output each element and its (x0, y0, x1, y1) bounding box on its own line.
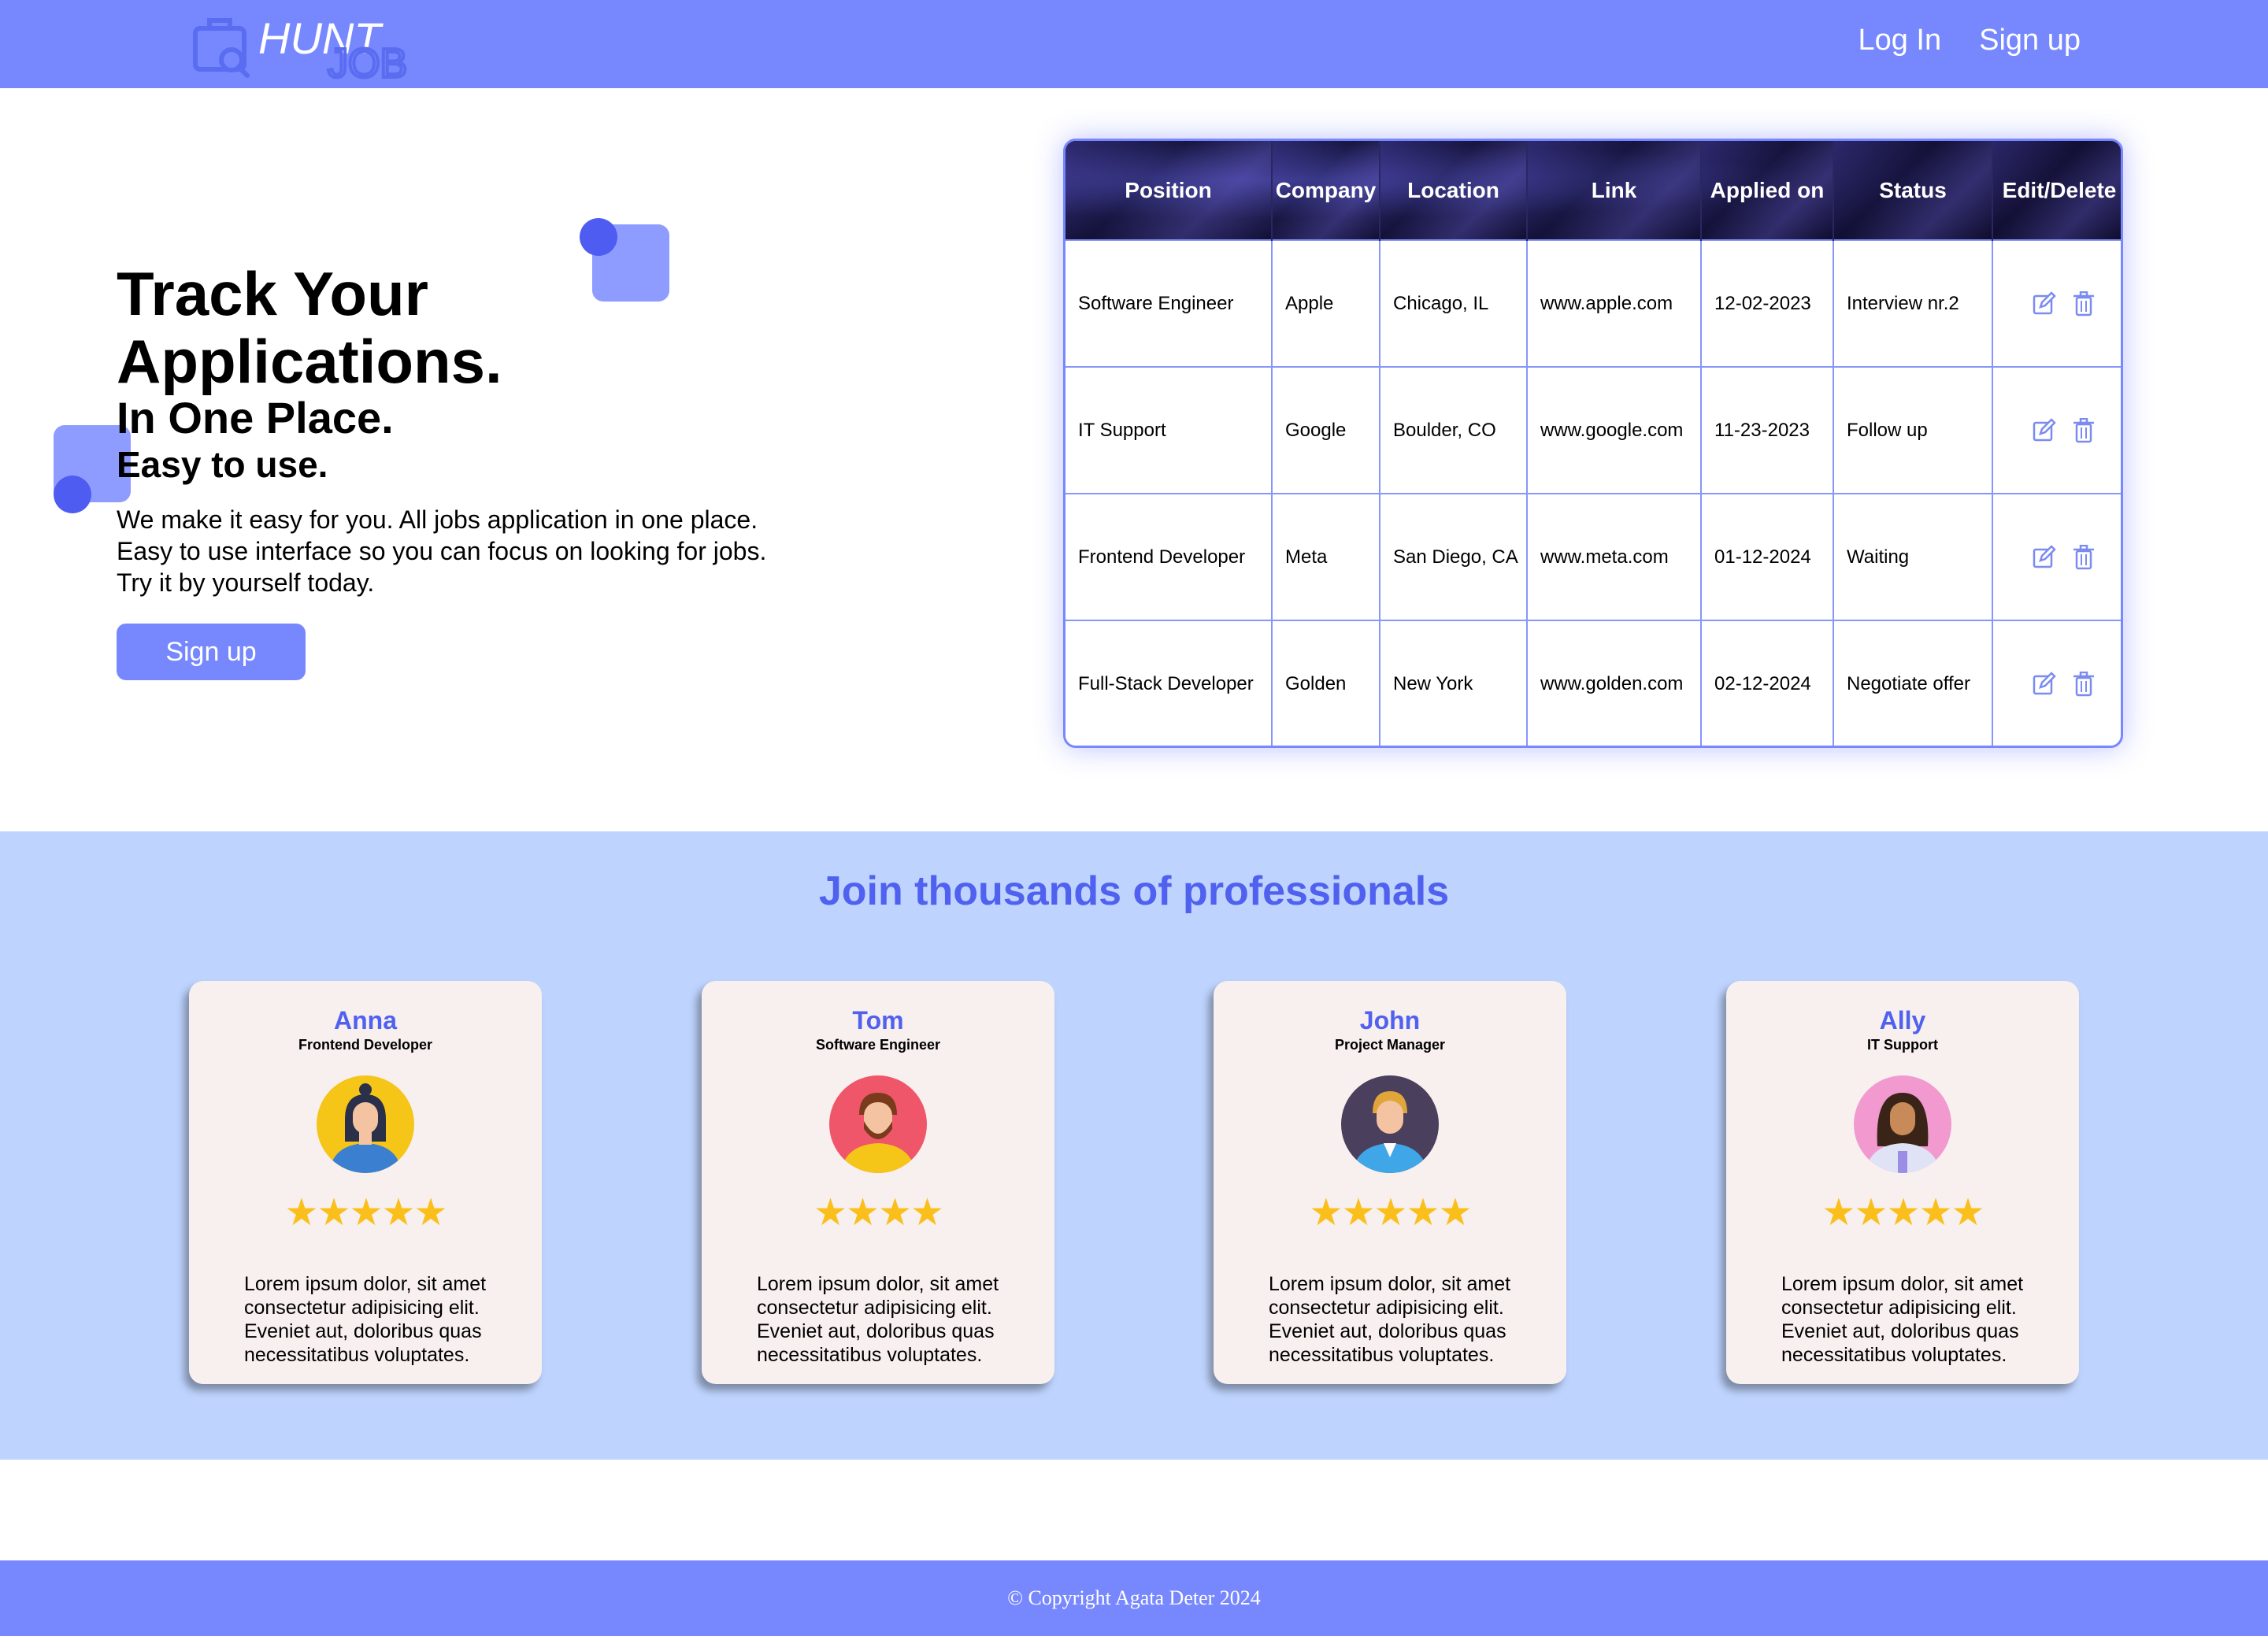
cell-company: Apple (1272, 239, 1380, 367)
table-row[interactable]: Frontend Developer Meta San Diego, CA ww… (1065, 493, 2121, 620)
footer: © Copyright Agata Deter 2024 (0, 1560, 2268, 1636)
cell-actions (1992, 493, 2121, 620)
woman-avatar-icon (317, 1075, 414, 1173)
cell-location: Boulder, CO (1380, 366, 1528, 494)
trash-icon[interactable] (2072, 417, 2096, 443)
testimonial-card: Anna Frontend Developer ★★★★★ Lorem ipsu… (189, 981, 542, 1384)
cell-position: Software Engineer (1065, 239, 1273, 367)
cell-actions (1992, 239, 2121, 367)
cell-actions (1992, 366, 2121, 494)
table-row[interactable]: Full-Stack Developer Golden New York www… (1065, 620, 2121, 746)
reviewer-name: Anna (334, 1006, 397, 1035)
rating-stars: ★★★★ (813, 1192, 944, 1234)
reviewer-role: Project Manager (1334, 1037, 1446, 1053)
testimonial-text: Lorem ipsum dolor, sit amet consectetur … (1269, 1273, 1511, 1366)
cell-actions (1992, 620, 2121, 746)
cell-company: Google (1272, 366, 1380, 494)
table-row[interactable]: Software Engineer Apple Chicago, IL www.… (1065, 239, 2121, 367)
trash-icon[interactable] (2072, 291, 2096, 316)
svg-text:JOB: JOB (328, 41, 407, 80)
testimonial-text: Lorem ipsum dolor, sit amet consectetur … (1781, 1273, 2024, 1366)
cell-company: Golden (1272, 620, 1380, 746)
login-link[interactable]: Log In (1858, 24, 1941, 57)
testimonial-card: John Project Manager ★★★★★ Lorem ipsum d… (1214, 981, 1566, 1384)
reviewer-name: Tom (852, 1006, 904, 1035)
edit-icon[interactable] (2033, 544, 2056, 570)
trash-icon[interactable] (2072, 544, 2096, 570)
cell-applied-on: 02-12-2024 (1701, 620, 1834, 746)
edit-icon[interactable] (2033, 417, 2056, 443)
man-avatar-icon (1341, 1075, 1439, 1173)
table-row[interactable]: IT Support Google Boulder, CO www.google… (1065, 366, 2121, 494)
rating-stars: ★★★★★ (1309, 1192, 1472, 1234)
column-header[interactable]: Location (1380, 141, 1528, 240)
avatar (829, 1075, 927, 1173)
man-beard-avatar-icon (829, 1075, 927, 1173)
reviewer-name: John (1359, 1006, 1421, 1035)
trash-icon[interactable] (2072, 672, 2096, 697)
testimonial-card: Ally IT Support ★★★★★ Lorem ipsum dolor,… (1726, 981, 2079, 1384)
hero-title: Track Your Applications. (117, 259, 502, 396)
cell-status: Interview nr.2 (1833, 239, 1993, 367)
decorative-circle (54, 476, 91, 513)
table-header-row: Position Company Location Link Applied o… (1065, 141, 2121, 240)
reviewer-role: Software Engineer (815, 1037, 941, 1053)
cell-status: Follow up (1833, 366, 1993, 494)
cell-position: IT Support (1065, 366, 1273, 494)
cell-status: Negotiate offer (1833, 620, 1993, 746)
hero-tagline: Easy to use. (117, 444, 328, 485)
cell-status: Waiting (1833, 493, 1993, 620)
cell-location: Chicago, IL (1380, 239, 1528, 367)
applications-table: Position Company Location Link Applied o… (1063, 139, 2123, 748)
avatar (1341, 1075, 1439, 1173)
edit-icon[interactable] (2033, 291, 2056, 316)
avatar (317, 1075, 414, 1173)
briefcase-search-icon: HUNT JOB (193, 13, 409, 88)
testimonials-title: Join thousands of professionals (818, 868, 1450, 914)
column-header[interactable]: Company (1272, 141, 1380, 240)
auth-nav: Log In Sign up (1858, 24, 2081, 57)
cell-link[interactable]: www.meta.com (1527, 493, 1702, 620)
cell-position: Frontend Developer (1065, 493, 1273, 620)
reviewer-role: IT Support (1867, 1037, 1938, 1053)
top-nav-bar: HUNT JOB Log In Sign up (0, 0, 2268, 88)
column-header[interactable]: Applied on (1701, 141, 1834, 240)
hero-signup-button[interactable]: Sign up (117, 624, 306, 680)
hero-subtitle: In One Place. (117, 393, 394, 442)
edit-icon[interactable] (2033, 672, 2056, 697)
column-header[interactable]: Status (1833, 141, 1993, 240)
cell-applied-on: 11-23-2023 (1701, 366, 1834, 494)
rating-stars: ★★★★★ (284, 1192, 447, 1234)
signup-link[interactable]: Sign up (1979, 24, 2081, 57)
rating-stars: ★★★★★ (1821, 1192, 1984, 1234)
cell-position: Full-Stack Developer (1065, 620, 1273, 746)
hunt-job-logo[interactable]: HUNT JOB (192, 13, 421, 88)
cell-location: San Diego, CA (1380, 493, 1528, 620)
woman-curly-avatar-icon (1854, 1075, 1951, 1173)
reviewer-name: Ally (1879, 1006, 1926, 1035)
testimonial-text: Lorem ipsum dolor, sit amet consectetur … (757, 1273, 999, 1366)
avatar (1854, 1075, 1951, 1173)
decorative-circle (580, 218, 617, 256)
column-header[interactable]: Link (1527, 141, 1702, 240)
cell-applied-on: 12-02-2023 (1701, 239, 1834, 367)
cell-link[interactable]: www.google.com (1527, 366, 1702, 494)
copyright-text: © Copyright Agata Deter 2024 (1007, 1586, 1261, 1609)
cell-applied-on: 01-12-2024 (1701, 493, 1834, 620)
column-header: Edit/Delete (1992, 141, 2121, 240)
cell-link[interactable]: www.golden.com (1527, 620, 1702, 746)
reviewer-role: Frontend Developer (298, 1037, 433, 1053)
cell-location: New York (1380, 620, 1528, 746)
testimonial-text: Lorem ipsum dolor, sit amet consectetur … (244, 1273, 487, 1366)
column-header[interactable]: Position (1065, 141, 1273, 240)
testimonial-card: Tom Software Engineer ★★★★ Lorem ipsum d… (702, 981, 1054, 1384)
hero-section: Track Your Applications. In One Place. E… (117, 260, 825, 680)
cell-link[interactable]: www.apple.com (1527, 239, 1702, 367)
cell-company: Meta (1272, 493, 1380, 620)
hero-description: We make it easy for you. All jobs applic… (117, 505, 767, 597)
